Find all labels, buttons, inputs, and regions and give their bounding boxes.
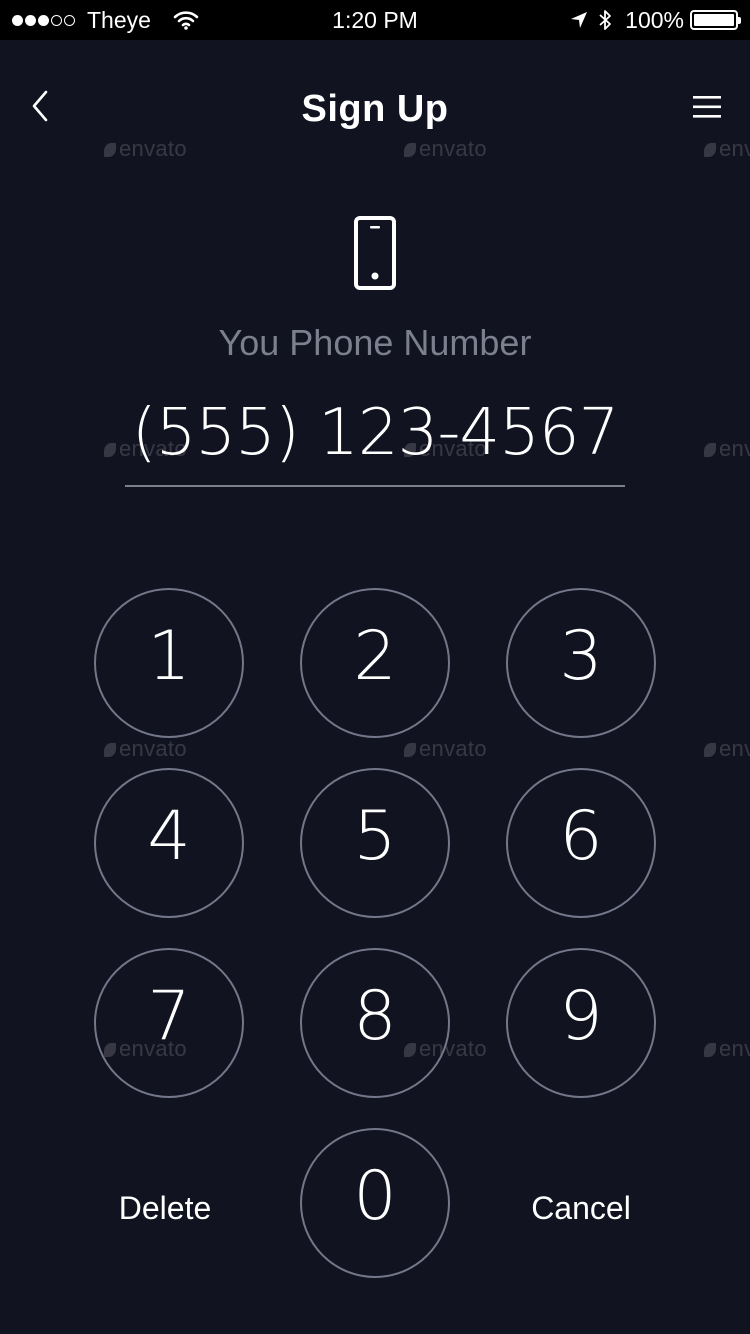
watermark: envato [104, 736, 187, 762]
bluetooth-icon [599, 10, 612, 30]
key-digit: 6 [559, 796, 603, 876]
key-2[interactable]: 2 [300, 588, 450, 738]
status-bar: Theye 1:20 PM 100% [0, 0, 750, 40]
key-8[interactable]: 8 [300, 948, 450, 1098]
key-digit: 7 [147, 976, 191, 1056]
key-0[interactable]: 0 [300, 1128, 450, 1278]
key-3[interactable]: 3 [506, 588, 656, 738]
page-title: Sign Up [301, 88, 449, 130]
watermark: envato [704, 436, 750, 462]
key-1[interactable]: 1 [94, 588, 244, 738]
location-arrow-icon [571, 12, 588, 28]
nav-header: Sign Up [0, 60, 750, 160]
input-underline [125, 485, 625, 487]
key-digit: 0 [353, 1156, 397, 1236]
key-9[interactable]: 9 [506, 948, 656, 1098]
key-7[interactable]: 7 [94, 948, 244, 1098]
watermark: envato [404, 736, 487, 762]
smartphone-icon [354, 216, 396, 290]
key-6[interactable]: 6 [506, 768, 656, 918]
key-4[interactable]: 4 [94, 768, 244, 918]
battery-fill [694, 14, 734, 26]
delete-button[interactable]: Delete [85, 1190, 245, 1227]
cancel-button[interactable]: Cancel [501, 1190, 661, 1227]
watermark: envato [704, 736, 750, 762]
menu-button[interactable] [690, 92, 724, 122]
phone-number-input[interactable] [125, 388, 625, 478]
key-5[interactable]: 5 [300, 768, 450, 918]
key-digit: 3 [559, 616, 603, 696]
key-digit: 5 [353, 796, 397, 876]
battery-icon [690, 10, 741, 30]
phone-number-label: You Phone Number [218, 322, 532, 363]
watermark: envato [704, 1036, 750, 1062]
key-digit: 4 [147, 796, 191, 876]
status-right: 100% [569, 6, 741, 34]
key-digit: 8 [353, 976, 397, 1056]
battery-percentage: 100% [625, 6, 684, 33]
key-digit: 9 [559, 976, 603, 1056]
key-digit: 1 [147, 616, 191, 696]
hamburger-menu-icon [693, 96, 721, 118]
key-digit: 2 [353, 616, 397, 696]
